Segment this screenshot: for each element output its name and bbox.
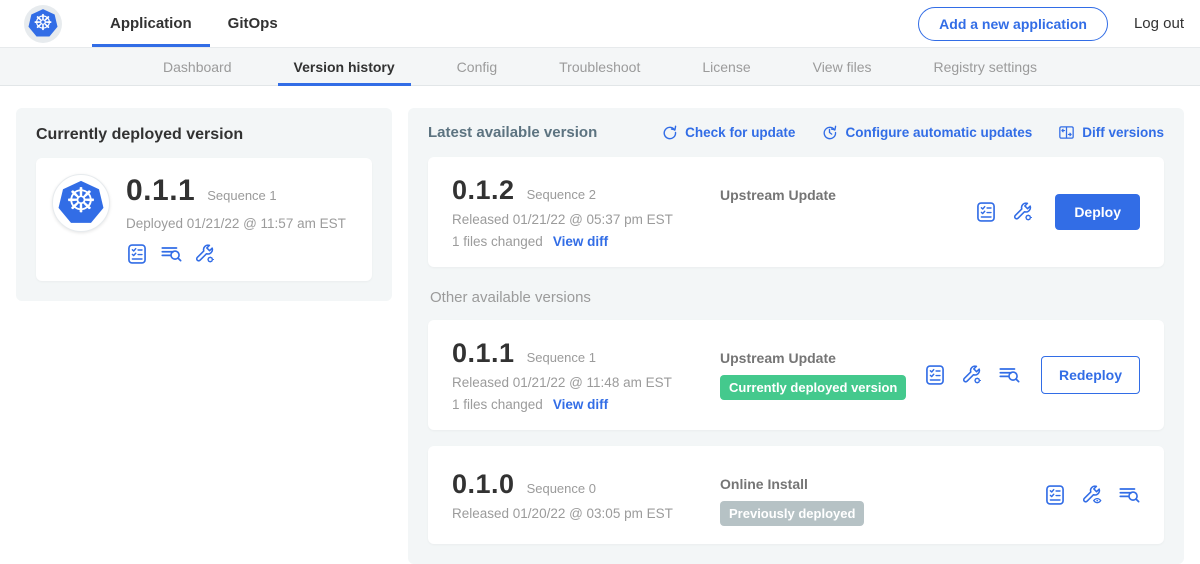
other-versions-title: Other available versions <box>430 289 1164 306</box>
release-notes-button[interactable] <box>126 243 148 265</box>
version-actions <box>1044 484 1140 506</box>
refresh-arrow-icon <box>661 124 678 141</box>
version-source: Upstream Update <box>720 175 975 203</box>
diff-versions-label: Diff versions <box>1082 125 1164 140</box>
topbar-right: Add a new application Log out <box>918 0 1184 47</box>
checklist-icon <box>924 364 946 386</box>
view-diff-link[interactable]: View diff <box>553 234 608 249</box>
redeploy-button[interactable]: Redeploy <box>1041 356 1140 394</box>
subnav-view-files[interactable]: View files <box>791 48 894 85</box>
version-history-panel: Latest available version Check for updat… <box>408 108 1184 564</box>
checklist-icon <box>975 201 997 223</box>
deployed-timestamp: Deployed 01/21/22 @ 11:57 am EST <box>126 216 346 231</box>
version-info: 0.1.1 Sequence 1 Released 01/21/22 @ 11:… <box>452 338 720 412</box>
version-actions: Redeploy <box>924 356 1140 394</box>
app-icon: ☸ <box>52 174 110 232</box>
kubernetes-helm-wheel-icon: ☸ <box>57 180 105 226</box>
released-timestamp: Released 01/21/22 @ 11:48 am EST <box>452 375 720 390</box>
app-type-tabs: Application GitOps <box>92 0 296 47</box>
kubernetes-logo: ☸ <box>24 5 62 43</box>
subnav-version-history[interactable]: Version history <box>272 48 417 85</box>
check-for-update-link[interactable]: Check for update <box>661 124 795 141</box>
version-sequence: Sequence 2 <box>527 187 596 202</box>
edit-config-button[interactable] <box>961 364 983 386</box>
wrench-gear-icon <box>961 364 983 386</box>
lines-magnifier-icon <box>998 364 1020 386</box>
currently-deployed-panel: Currently deployed version ☸ 0.1.1 Seque… <box>16 108 392 301</box>
lines-magnifier-icon <box>160 243 182 265</box>
version-source: Upstream Update Currently deployed versi… <box>720 338 924 400</box>
add-application-button[interactable]: Add a new application <box>918 7 1108 41</box>
tab-application[interactable]: Application <box>92 0 210 47</box>
configure-automatic-updates-label: Configure automatic updates <box>845 125 1032 140</box>
subnav-registry-settings[interactable]: Registry settings <box>912 48 1059 85</box>
diff-versions-link[interactable]: Diff versions <box>1058 124 1164 141</box>
checklist-icon <box>1044 484 1066 506</box>
version-source: Online Install Previously deployed <box>720 464 1044 526</box>
subnav-dashboard[interactable]: Dashboard <box>141 48 254 85</box>
version-card-deployed: 0.1.1 Sequence 1 Released 01/21/22 @ 11:… <box>428 320 1164 430</box>
checklist-icon <box>126 243 148 265</box>
version-number: 0.1.0 <box>452 469 515 500</box>
history-header-actions: Check for update Configure automatic upd… <box>661 124 1164 141</box>
version-actions: Deploy <box>975 194 1140 230</box>
subnav-license[interactable]: License <box>680 48 772 85</box>
files-changed-label: 1 files changed <box>452 397 543 412</box>
view-files-button[interactable] <box>1118 484 1140 506</box>
logout-link[interactable]: Log out <box>1134 15 1184 32</box>
version-number: 0.1.2 <box>452 175 515 206</box>
release-notes-button[interactable] <box>975 201 997 223</box>
version-info: 0.1.2 Sequence 2 Released 01/21/22 @ 05:… <box>452 175 720 249</box>
tab-application-label: Application <box>110 15 192 32</box>
version-number: 0.1.1 <box>452 338 515 369</box>
deployed-sequence: Sequence 1 <box>207 188 276 203</box>
view-files-button[interactable] <box>998 364 1020 386</box>
kubernetes-helm-wheel-icon: ☸ <box>28 9 59 39</box>
release-notes-button[interactable] <box>924 364 946 386</box>
view-diff-link[interactable]: View diff <box>553 397 608 412</box>
tab-gitops-label: GitOps <box>228 15 278 32</box>
version-sequence: Sequence 0 <box>527 481 596 496</box>
view-files-button[interactable] <box>160 243 182 265</box>
tab-gitops[interactable]: GitOps <box>210 0 296 47</box>
currently-deployed-badge: Currently deployed version <box>720 375 906 400</box>
history-panel-header: Latest available version Check for updat… <box>428 124 1164 141</box>
main-content: Currently deployed version ☸ 0.1.1 Seque… <box>0 86 1200 564</box>
source-label: Upstream Update <box>720 187 975 203</box>
released-timestamp: Released 01/20/22 @ 03:05 pm EST <box>452 506 720 521</box>
wrench-eye-icon <box>1081 484 1103 506</box>
configure-automatic-updates-link[interactable]: Configure automatic updates <box>821 124 1032 141</box>
lines-magnifier-icon <box>1118 484 1140 506</box>
files-changed-label: 1 files changed <box>452 234 543 249</box>
version-info: 0.1.0 Sequence 0 Released 01/20/22 @ 03:… <box>452 469 720 521</box>
subnav-config[interactable]: Config <box>435 48 519 85</box>
split-compare-icon <box>1058 124 1075 141</box>
version-card-latest: 0.1.2 Sequence 2 Released 01/21/22 @ 05:… <box>428 157 1164 267</box>
top-nav-bar: ☸ Application GitOps Add a new applicati… <box>0 0 1200 47</box>
edit-config-button[interactable] <box>194 243 216 265</box>
version-card-previous: 0.1.0 Sequence 0 Released 01/20/22 @ 03:… <box>428 446 1164 544</box>
deploy-button[interactable]: Deploy <box>1055 194 1140 230</box>
source-label: Online Install <box>720 476 1044 492</box>
deployed-version-card: ☸ 0.1.1 Sequence 1 Deployed 01/21/22 @ 1… <box>36 158 372 281</box>
deployed-panel-title: Currently deployed version <box>36 126 372 144</box>
clock-refresh-icon <box>821 124 838 141</box>
view-config-button[interactable] <box>1081 484 1103 506</box>
edit-config-button[interactable] <box>1012 201 1034 223</box>
source-label: Upstream Update <box>720 350 924 366</box>
release-notes-button[interactable] <box>1044 484 1066 506</box>
check-for-update-label: Check for update <box>685 125 795 140</box>
previously-deployed-badge: Previously deployed <box>720 501 864 526</box>
deployed-version-number: 0.1.1 <box>126 174 195 208</box>
released-timestamp: Released 01/21/22 @ 05:37 pm EST <box>452 212 720 227</box>
deployed-version-info: 0.1.1 Sequence 1 Deployed 01/21/22 @ 11:… <box>126 174 346 265</box>
subnav-troubleshoot[interactable]: Troubleshoot <box>537 48 662 85</box>
wrench-gear-icon <box>1012 201 1034 223</box>
latest-version-title: Latest available version <box>428 124 597 141</box>
version-sequence: Sequence 1 <box>527 350 596 365</box>
app-subnav: Dashboard Version history Config Trouble… <box>0 47 1200 86</box>
wrench-gear-icon <box>194 243 216 265</box>
